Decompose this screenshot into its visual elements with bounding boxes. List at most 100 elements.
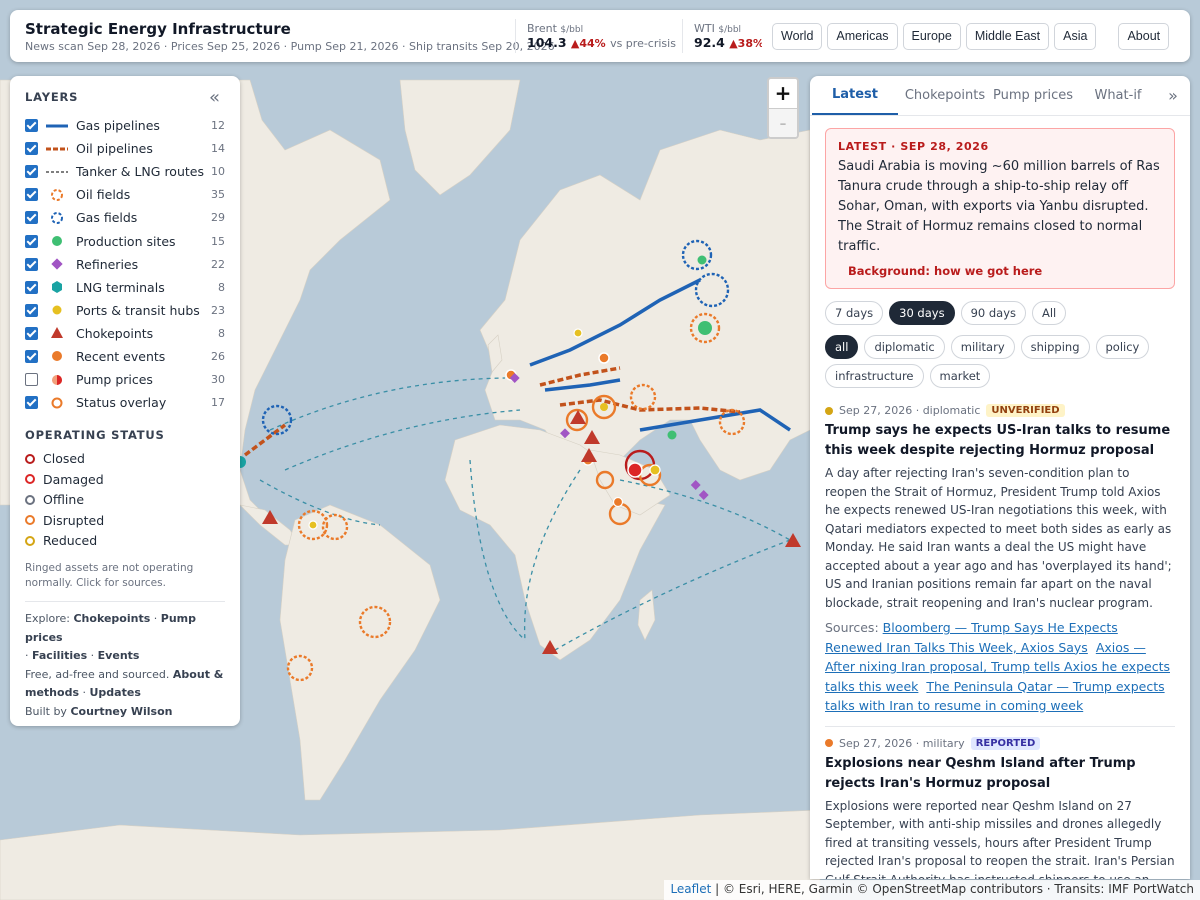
status-legend-item: Disrupted [25,510,225,531]
tab-chokepoints[interactable]: Chokepoints [902,76,988,115]
zoom-out-button[interactable]: - [769,108,797,137]
pump-icon [46,373,68,387]
category-market[interactable]: market [929,364,991,388]
status-ring-icon [25,535,35,546]
layer-toggle-refinery[interactable]: Refineries 22 [25,253,225,276]
layer-checkbox[interactable] [25,326,38,340]
layer-toggle-port[interactable]: Ports & transit hubs 23 [25,299,225,322]
layer-toggle-route[interactable]: Tanker & LNG routes 10 [25,160,225,183]
status-label: Disrupted [43,512,105,528]
layer-checkbox[interactable] [25,234,38,248]
leaflet-link[interactable]: Leaflet [670,882,711,896]
region-button-middle-east[interactable]: Middle East [965,22,1050,50]
layer-checkbox[interactable] [25,119,38,133]
layer-label: Chokepoints [76,325,154,341]
layer-count: 23 [211,303,225,317]
category-diplomatic[interactable]: diplomatic [864,335,945,359]
layer-toggle-oil-field[interactable]: Oil fields 35 [25,183,225,206]
layer-label: Production sites [76,233,176,249]
news-title[interactable]: Trump says he expects US-Iran talks to r… [825,421,1175,461]
layer-label: Ports & transit hubs [76,302,200,318]
layer-checkbox[interactable] [25,211,38,225]
category-infrastructure[interactable]: infrastructure [825,364,924,388]
news-sources: Sources: Bloomberg — Trump Says He Expec… [825,620,1170,713]
background-link[interactable]: Background: how we got here [838,264,1162,278]
region-button-world[interactable]: World [772,22,823,50]
layer-checkbox[interactable] [25,373,38,387]
layer-checkbox[interactable] [25,349,38,363]
refinery-icon [46,257,68,271]
layer-label: Refineries [76,256,139,272]
layer-toggle-production[interactable]: Production sites 15 [25,229,225,252]
event-icon [46,349,68,363]
category-policy[interactable]: policy [1095,335,1150,359]
layer-count: 14 [211,142,225,156]
layer-checkbox[interactable] [25,280,38,294]
link-facilities[interactable]: Facilities [32,649,87,662]
layer-checkbox[interactable] [25,142,38,156]
wti-price: WTI $/bbl 92.4 ▲38% v [682,19,762,53]
category-all[interactable]: all [825,335,859,359]
range-7-days[interactable]: 7 days [825,301,884,325]
latest-alert: LATEST · SEP 28, 2026 Saudi Arabia is mo… [825,128,1175,289]
lng-icon [46,280,68,294]
range-90-days[interactable]: 90 days [960,301,1026,325]
status-note: Ringed assets are not operating normally… [25,562,194,590]
tab-latest[interactable]: Latest [812,76,898,115]
layer-toggle-chokepoint[interactable]: Chokepoints 8 [25,322,225,345]
region-button-asia[interactable]: Asia [1054,22,1097,50]
zoom-in-button[interactable]: + [769,79,797,108]
layer-count: 26 [211,349,225,363]
range-30-days[interactable]: 30 days [889,301,955,325]
layer-toggle-pump[interactable]: Pump prices 30 [25,368,225,391]
link-updates[interactable]: Updates [90,686,141,699]
about-button[interactable]: About [1118,22,1170,50]
status-ring-icon [25,494,35,505]
layer-checkbox[interactable] [25,257,38,271]
zoom-control: + - [767,77,799,139]
brent-unit: $/bbl [560,25,584,35]
range-all[interactable]: All [1032,301,1067,325]
region-button-americas[interactable]: Americas [827,22,898,50]
layer-toggle-gas-field[interactable]: Gas fields 29 [25,206,225,229]
status-legend-item: Closed [25,448,225,469]
tab-pump-prices[interactable]: Pump prices [990,76,1076,115]
tab-what-if[interactable]: What-if [1078,76,1158,115]
news-body: Explosions were reported near Qeshm Isla… [825,798,1175,880]
news-panel: Latest Chokepoints Pump prices What-if »… [810,76,1190,879]
news-meta: Sep 27, 2026 · military [839,736,965,750]
layer-toggle-oil-pipe[interactable]: Oil pipelines 14 [25,137,225,160]
layer-checkbox[interactable] [25,396,38,410]
route-icon [46,165,68,179]
category-military[interactable]: military [950,335,1015,359]
layer-toggle-event[interactable]: Recent events 26 [25,345,225,368]
layer-checkbox[interactable] [25,303,38,317]
news-item[interactable]: Sep 27, 2026 · military REPORTED Explosi… [825,736,1175,880]
layer-checkbox[interactable] [25,188,38,202]
news-body: A day after rejecting Iran's seven-condi… [825,466,1172,610]
news-title[interactable]: Explosions near Qeshm Island after Trump… [825,754,1175,794]
alert-heading: LATEST · SEP 28, 2026 [838,140,989,153]
layer-toggle-status[interactable]: Status overlay 17 [25,391,225,414]
layer-label: LNG terminals [76,279,165,295]
more-tabs-icon[interactable]: » [1158,76,1188,115]
news-item[interactable]: Sep 27, 2026 · diplomatic UNVERIFIED Tru… [825,404,1175,727]
region-button-europe[interactable]: Europe [902,22,961,50]
layer-toggle-lng[interactable]: LNG terminals 8 [25,276,225,299]
layer-checkbox[interactable] [25,165,38,179]
layer-count: 30 [211,373,225,387]
link-chokepoints[interactable]: Chokepoints [73,612,150,625]
category-shipping[interactable]: shipping [1020,335,1090,359]
collapse-panel-icon[interactable]: « [209,89,220,107]
verification-badge: REPORTED [970,736,1041,750]
layers-panel: LAYERS « Gas pipelines 12 Oil pipelines 14 T… [10,76,240,726]
link-author[interactable]: Courtney Wilson [70,705,172,718]
news-list: Sep 27, 2026 · diplomatic UNVERIFIED Tru… [825,404,1175,879]
layer-count: 22 [211,257,225,271]
layer-toggle-gas-pipe[interactable]: Gas pipelines 12 [25,114,225,137]
link-events[interactable]: Events [98,649,140,662]
oil-pipe-icon [46,142,68,156]
layer-count: 17 [211,396,225,410]
verification-badge: UNVERIFIED [986,404,1065,417]
status-label: Reduced [43,533,98,549]
